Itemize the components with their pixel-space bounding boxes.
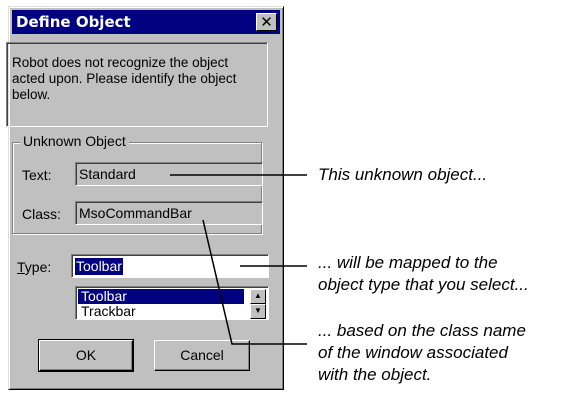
annotation-class-line2: of the window associated [318,343,508,362]
annotation-type-line2: object type that you select... [318,275,529,294]
annotation-type-line1: ... will be mapped to the [318,253,498,272]
annotation-unknown-object: This unknown object... [318,165,488,184]
annotation-class-line3: with the object. [318,365,432,384]
leader-line-class [202,219,307,345]
annotation-class-line1: ... based on the class name [318,321,526,340]
